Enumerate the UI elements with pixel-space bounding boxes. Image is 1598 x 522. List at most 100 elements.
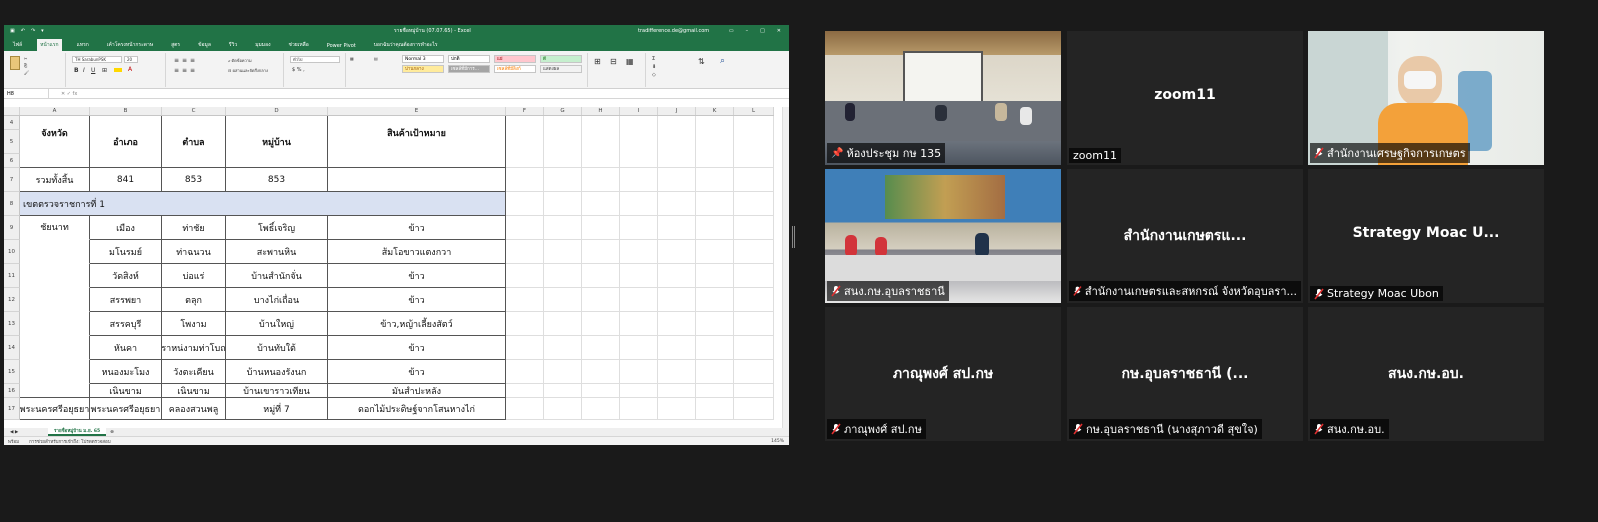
empty-cell[interactable] <box>696 398 734 420</box>
cell-product[interactable]: ข้าว <box>328 264 506 288</box>
column-header[interactable]: B <box>90 107 162 115</box>
empty-cell[interactable] <box>582 384 620 398</box>
row-header[interactable]: 9 <box>4 216 20 240</box>
row-header[interactable]: 17 <box>4 398 20 420</box>
ribbon-tab-4[interactable]: สูตร <box>168 39 183 51</box>
empty-cell[interactable] <box>696 116 734 168</box>
ribbon-tab-8[interactable]: ช่วยเหลือ <box>286 39 312 51</box>
cell-district[interactable]: หนองมะโมง <box>90 360 162 384</box>
cell-subdistrict[interactable]: ตลุก <box>162 288 226 312</box>
empty-cell[interactable] <box>506 312 544 336</box>
borders-icon[interactable]: ⊞ <box>102 67 107 74</box>
row-header[interactable]: 10 <box>4 240 20 264</box>
column-header[interactable]: J <box>658 107 696 115</box>
delete-cells-icon[interactable]: ⊟ <box>610 57 617 66</box>
empty-cell[interactable] <box>620 240 658 264</box>
empty-cell[interactable] <box>620 216 658 240</box>
cell-province[interactable] <box>20 336 90 360</box>
cell-village[interactable]: บ้านหนองรังนก <box>226 360 328 384</box>
empty-cell[interactable] <box>544 240 582 264</box>
cell-district[interactable]: เมือง <box>90 216 162 240</box>
font-size-select[interactable]: 20 <box>124 56 138 63</box>
empty-cell[interactable] <box>734 288 774 312</box>
empty-cell[interactable] <box>544 192 582 216</box>
empty-cell[interactable] <box>696 336 734 360</box>
empty-cell[interactable] <box>544 384 582 398</box>
cell-province[interactable] <box>20 360 90 384</box>
ribbon-tab-7[interactable]: มุมมอง <box>252 39 273 51</box>
empty-cell[interactable] <box>620 384 658 398</box>
column-header[interactable]: F <box>506 107 544 115</box>
empty-cell[interactable] <box>582 116 620 168</box>
cell-subdistrict[interactable]: วังตะเคียน <box>162 360 226 384</box>
cell-style-3[interactable]: ดี <box>540 55 582 63</box>
empty-cell[interactable] <box>582 336 620 360</box>
participant-tile[interactable]: สำนักงานเศรษฐกิจการเกษตร <box>1308 31 1544 165</box>
empty-cell[interactable] <box>734 264 774 288</box>
format-cells-icon[interactable]: ▦ <box>626 57 634 66</box>
number-format-select[interactable]: ทั่วไป <box>290 56 340 63</box>
cell-district[interactable]: มโนรมย์ <box>90 240 162 264</box>
cell-product[interactable]: ข้าว <box>328 336 506 360</box>
empty-cell[interactable] <box>734 360 774 384</box>
ribbon-tab-2[interactable]: แทรก <box>74 39 92 51</box>
empty-cell[interactable] <box>658 216 696 240</box>
empty-cell[interactable] <box>544 360 582 384</box>
cell-style-4[interactable]: ปานกลาง <box>402 65 444 73</box>
cell-subdistrict[interactable]: เนินขาม <box>162 384 226 398</box>
empty-cell[interactable] <box>658 360 696 384</box>
empty-cell[interactable] <box>658 240 696 264</box>
row-header[interactable]: 7 <box>4 168 20 192</box>
merge-center-button[interactable]: ⊟ ผสานและจัดกึ่งกลาง <box>228 67 268 74</box>
empty-cell[interactable] <box>658 116 696 168</box>
cut-icon[interactable]: ✂ <box>24 56 27 61</box>
cell-village[interactable]: บ้านใหญ่ <box>226 312 328 336</box>
cell-style-5[interactable]: เซลล์ที่มีการ... <box>448 65 490 73</box>
paste-icon[interactable] <box>10 56 20 70</box>
empty-cell[interactable] <box>620 116 658 168</box>
header-cell-village[interactable]: หมู่บ้าน <box>226 116 328 168</box>
cell-style-0[interactable]: Normal 3 <box>402 55 444 63</box>
participant-tile[interactable]: Strategy Moac U... Strategy Moac Ubon <box>1308 169 1544 303</box>
participant-tile[interactable]: zoom11 zoom11 <box>1067 31 1303 165</box>
ribbon-display-icon[interactable]: ▭ <box>729 28 734 34</box>
ribbon-tab-5[interactable]: ข้อมูล <box>195 39 214 51</box>
empty-cell[interactable] <box>734 116 774 168</box>
empty-cell[interactable] <box>582 216 620 240</box>
empty-cell[interactable] <box>620 168 658 192</box>
empty-cell[interactable] <box>658 336 696 360</box>
cell-district[interactable]: สรรพยา <box>90 288 162 312</box>
cell-province[interactable] <box>20 264 90 288</box>
empty-cell[interactable] <box>734 240 774 264</box>
empty-cell[interactable] <box>620 312 658 336</box>
row-header[interactable]: 8 <box>4 192 20 216</box>
cell-district[interactable]: สรรคบุรี <box>90 312 162 336</box>
empty-cell[interactable] <box>658 264 696 288</box>
empty-cell[interactable] <box>582 240 620 264</box>
cell-subdistrict[interactable]: คลองสวนพลู <box>162 398 226 420</box>
fill-color-icon[interactable] <box>114 68 122 72</box>
zoom-level[interactable]: 145% <box>771 439 784 444</box>
sheet-nav-icon[interactable]: ◀ ▶ <box>10 430 18 435</box>
find-select-icon[interactable]: ⌕ <box>720 56 725 66</box>
empty-cell[interactable] <box>696 384 734 398</box>
empty-cell[interactable] <box>734 192 774 216</box>
cell-subdistrict[interactable]: ท่าชัย <box>162 216 226 240</box>
empty-cell[interactable] <box>544 168 582 192</box>
participant-tile[interactable]: 📌 ห้องประชุม กษ 135 <box>825 31 1061 165</box>
row-header[interactable]: 15 <box>4 360 20 384</box>
cell-province[interactable] <box>20 240 90 264</box>
format-painter-icon[interactable]: 🖌 <box>24 70 29 75</box>
empty-cell[interactable] <box>734 336 774 360</box>
cell-product[interactable]: ข้าว <box>328 288 506 312</box>
cell-style-6[interactable]: เซลล์ที่มีลิงก์ <box>494 65 536 73</box>
empty-cell[interactable] <box>620 398 658 420</box>
participant-tile[interactable]: สนง.กษ.อุบลราชธานี <box>825 169 1061 303</box>
column-header[interactable]: I <box>620 107 658 115</box>
row-header[interactable]: 12 <box>4 288 20 312</box>
clear-icon[interactable]: ◇ <box>652 72 656 78</box>
header-cell-province[interactable]: จังหวัด <box>20 116 90 168</box>
column-header[interactable]: D <box>226 107 328 115</box>
empty-cell[interactable] <box>696 240 734 264</box>
vertical-scrollbar[interactable] <box>782 107 789 428</box>
